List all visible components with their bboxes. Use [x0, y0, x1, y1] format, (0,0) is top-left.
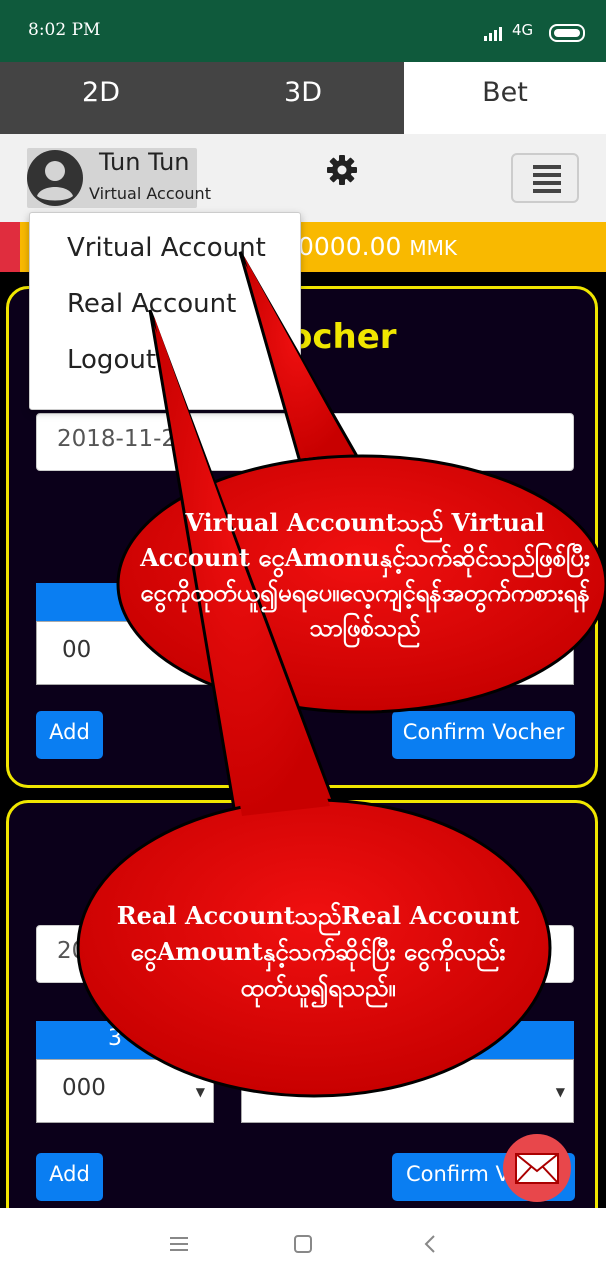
balance-value: 0000.00 — [298, 232, 402, 261]
tab-3d[interactable]: 3D — [202, 62, 404, 134]
balance-currency: MMK — [409, 236, 457, 260]
battery-icon — [549, 24, 585, 42]
column-label: 3 — [108, 1026, 122, 1051]
number-value: 00 — [62, 637, 92, 663]
number-header-2: 3 — [36, 1021, 574, 1061]
tab-2d[interactable]: 2D — [0, 62, 202, 134]
menu-item-virtual-account[interactable]: Vritual Account — [67, 233, 266, 263]
menu-icon[interactable] — [170, 1236, 188, 1252]
menu-item-real-account[interactable]: Real Account — [67, 289, 236, 319]
tab-bet[interactable]: Bet — [404, 62, 606, 134]
account-dropdown-menu: Vritual Account Real Account Logout — [29, 212, 301, 410]
date-field[interactable]: 2018-11-2 — [36, 413, 574, 471]
panel-title: ocher — [289, 317, 397, 357]
mail-button[interactable] — [503, 1134, 571, 1202]
user-name: Tun Tun — [99, 148, 190, 176]
number-select-2[interactable]: 000 ▼ — [36, 1059, 214, 1123]
amount-select-2[interactable]: ▼ — [241, 1059, 574, 1123]
menu-item-logout[interactable]: Logout — [67, 345, 156, 375]
chevron-down-icon: ▼ — [195, 1085, 205, 1099]
gear-icon[interactable] — [326, 154, 358, 186]
account-type: Virtual Account — [89, 184, 211, 203]
system-nav-bar — [0, 1208, 606, 1280]
home-square-icon[interactable] — [294, 1235, 312, 1253]
tab-bar: 2D 3D Bet — [0, 62, 606, 134]
mail-icon — [515, 1153, 559, 1184]
header: Tun Tun Virtual Account — [0, 134, 606, 222]
callout-virtual-text: Virtual Accountသည် Virtual Account ငွေAm… — [140, 508, 590, 642]
chevron-down-icon: ▼ — [555, 1085, 565, 1099]
network-label: 4G — [512, 21, 534, 39]
add-button-2[interactable]: Add — [36, 1153, 103, 1201]
back-icon[interactable] — [424, 1234, 436, 1254]
add-button[interactable]: Add — [36, 711, 103, 759]
number-value-2: 000 — [62, 1075, 106, 1101]
confirm-voucher-button[interactable]: Confirm Vocher — [392, 711, 575, 759]
hamburger-menu-button[interactable] — [511, 153, 579, 203]
callout-real-text: Real Accountသည်Real Account ငွေAmountနှင… — [116, 901, 520, 1002]
user-avatar-icon — [27, 150, 83, 206]
balance-accent — [0, 222, 20, 272]
balance-amount: 0000.00 MMK — [298, 232, 457, 261]
user-account-button[interactable]: Tun Tun Virtual Account — [27, 148, 211, 208]
status-bar: 8:02 PM 4G — [0, 0, 606, 62]
signal-icon — [484, 27, 502, 41]
status-time: 8:02 PM — [28, 20, 101, 40]
